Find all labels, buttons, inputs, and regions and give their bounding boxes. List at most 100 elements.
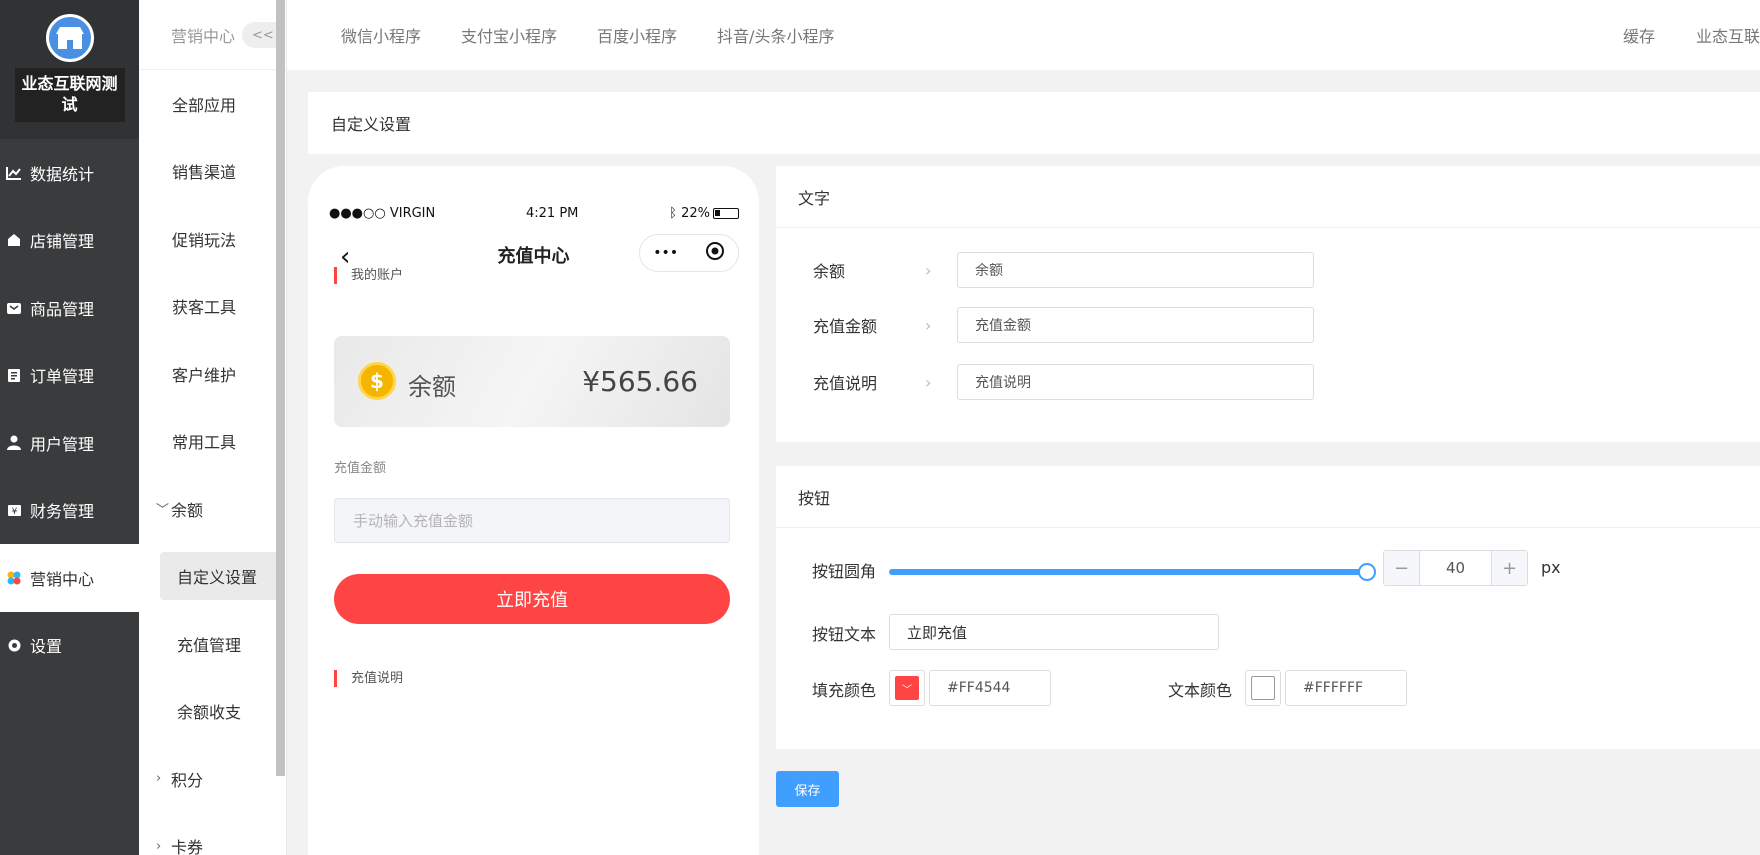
balance-label: 余额: [408, 373, 456, 401]
radius-slider[interactable]: [889, 569, 1366, 575]
sub-item-acquisition[interactable]: 获客工具: [139, 273, 286, 341]
text-color-picker[interactable]: [1245, 670, 1281, 706]
balance-text-input[interactable]: [957, 252, 1314, 288]
chevron-down-icon: ﹀: [895, 676, 919, 700]
sub-group-coupons[interactable]: › 卡券: [139, 813, 286, 855]
sidebar-item-finance[interactable]: ¥ 财务管理: [0, 477, 139, 545]
store-icon: [45, 14, 94, 62]
sub-menu-scrollbar[interactable]: [276, 0, 285, 776]
decrement-button[interactable]: −: [1384, 551, 1420, 585]
sub-item-custom-settings[interactable]: 自定义设置: [139, 543, 286, 611]
tab-wechat-miniprogram[interactable]: 微信小程序: [341, 23, 421, 47]
sub-item-label: 余额收支: [177, 703, 242, 723]
recharge-amount-input[interactable]: [334, 498, 730, 543]
sub-item-label: 促销玩法: [172, 230, 237, 250]
sidebar-item-label: 商品管理: [30, 299, 95, 319]
chevron-right-icon: ›: [925, 315, 932, 335]
tab-douyin-miniprogram[interactable]: 抖音/头条小程序: [717, 23, 834, 47]
sub-item-recharge-manage[interactable]: 充值管理: [139, 610, 286, 678]
shop-logo-block: 业态互联网测试: [0, 0, 139, 139]
sidebar-item-users[interactable]: 用户管理: [0, 409, 139, 477]
sidebar-item-label: 用户管理: [30, 434, 95, 454]
sidebar-item-label: 设置: [30, 637, 63, 657]
recharge-amount-text-input[interactable]: [957, 307, 1314, 343]
chart-line-icon: [6, 165, 22, 181]
button-panel-title: 按钮: [776, 466, 1760, 528]
fill-color-picker[interactable]: ﹀: [889, 670, 925, 706]
sidebar-item-marketing[interactable]: 营销中心: [0, 544, 139, 612]
fill-color-input[interactable]: [929, 670, 1051, 706]
page-title: 自定义设置: [308, 92, 1760, 154]
recharge-desc-label: 充值说明: [334, 670, 403, 687]
button-text-input[interactable]: [889, 614, 1219, 650]
sub-item-promotion[interactable]: 促销玩法: [139, 205, 286, 273]
sub-group-points[interactable]: › 积分: [139, 745, 286, 813]
battery-text: 22%: [681, 206, 710, 221]
sidebar-item-label: 营销中心: [30, 569, 95, 589]
tab-baidu-miniprogram[interactable]: 百度小程序: [597, 23, 677, 47]
sidebar-item-data-stats[interactable]: 数据统计: [0, 139, 139, 207]
sidebar-item-shop[interactable]: 店铺管理: [0, 207, 139, 275]
chevron-right-icon: ›: [156, 838, 162, 854]
sub-item-balance-flow[interactable]: 余额收支: [139, 678, 286, 746]
sub-item-common-tools[interactable]: 常用工具: [139, 408, 286, 476]
increment-button[interactable]: +: [1491, 551, 1527, 585]
chevron-right-icon: ›: [925, 260, 932, 280]
main-sidebar: 业态互联网测试 数据统计 店铺管理 商品管理 订单管理 用户管理 ¥ 财务管理 …: [0, 0, 139, 855]
text-color-label: 文本颜色: [1168, 681, 1233, 700]
row-label: 余额: [813, 262, 846, 281]
recharge-amount-label: 充值金额: [334, 461, 387, 476]
sub-group-balance[interactable]: ﹀ 余额: [139, 475, 286, 543]
save-button[interactable]: 保存: [776, 771, 839, 807]
sidebar-item-products[interactable]: 商品管理: [0, 274, 139, 342]
text-color-input[interactable]: [1285, 670, 1407, 706]
sub-item-sales-channel[interactable]: 销售渠道: [139, 138, 286, 206]
finance-icon: ¥: [6, 502, 22, 518]
radius-stepper: − 40 +: [1383, 550, 1528, 586]
radius-unit: px: [1541, 558, 1561, 577]
sub-group-label: 卡券: [171, 838, 204, 855]
sub-item-label: 销售渠道: [172, 163, 237, 183]
balance-card: $ 余额 ¥565.66: [334, 336, 730, 427]
sidebar-item-label: 财务管理: [30, 502, 95, 522]
sidebar-item-label: 数据统计: [30, 164, 95, 184]
sidebar-item-label: 店铺管理: [30, 232, 95, 252]
svg-text:¥: ¥: [11, 507, 17, 517]
radius-label: 按钮圆角: [812, 562, 877, 581]
top-bar-right: 缓存 业态互联: [1582, 0, 1760, 70]
recharge-desc-text-input[interactable]: [957, 364, 1314, 400]
sub-item-label: 获客工具: [172, 298, 237, 318]
sub-item-customer-care[interactable]: 客户维护: [139, 340, 286, 408]
button-settings-panel: 按钮 按钮圆角 − 40 + px 按钮文本 填充颜色 ﹀ 文本颜色: [776, 466, 1760, 749]
radius-slider-handle[interactable]: [1358, 563, 1376, 581]
sidebar-item-settings[interactable]: 设置: [0, 612, 139, 680]
balance-value: ¥565.66: [582, 365, 698, 398]
gear-icon: [6, 637, 22, 653]
bag-icon: [6, 300, 22, 316]
text-row-recharge-amount: 充值金额 ›: [813, 307, 1314, 343]
cache-link[interactable]: 缓存: [1623, 23, 1655, 47]
user-icon: [6, 435, 22, 451]
color-swatch: [1251, 676, 1275, 700]
more-icon[interactable]: •••: [653, 245, 678, 261]
shop-icon: [6, 232, 22, 248]
sub-item-all-apps[interactable]: 全部应用: [139, 70, 286, 138]
battery-indicator: ᛒ 22%: [669, 206, 739, 221]
my-account-label: 我的账户: [334, 267, 403, 284]
tab-alipay-miniprogram[interactable]: 支付宝小程序: [461, 23, 557, 47]
sub-menu-title: 营销中心: [171, 26, 236, 46]
radius-value[interactable]: 40: [1420, 551, 1491, 585]
sidebar-item-orders[interactable]: 订单管理: [0, 342, 139, 410]
bluetooth-icon: ᛒ: [669, 206, 682, 221]
chevron-right-icon: ›: [925, 372, 932, 392]
recharge-now-button[interactable]: 立即充值: [334, 574, 730, 624]
battery-icon: [712, 208, 739, 219]
marketing-icon: [6, 570, 22, 586]
order-icon: [6, 367, 22, 383]
sub-item-label: 常用工具: [172, 433, 237, 453]
user-menu[interactable]: 业态互联: [1696, 23, 1760, 47]
close-target-icon[interactable]: [705, 241, 725, 265]
sub-item-label: 自定义设置: [160, 552, 280, 601]
shop-name: 业态互联网测试: [14, 68, 125, 122]
text-panel-title: 文字: [776, 166, 1760, 228]
